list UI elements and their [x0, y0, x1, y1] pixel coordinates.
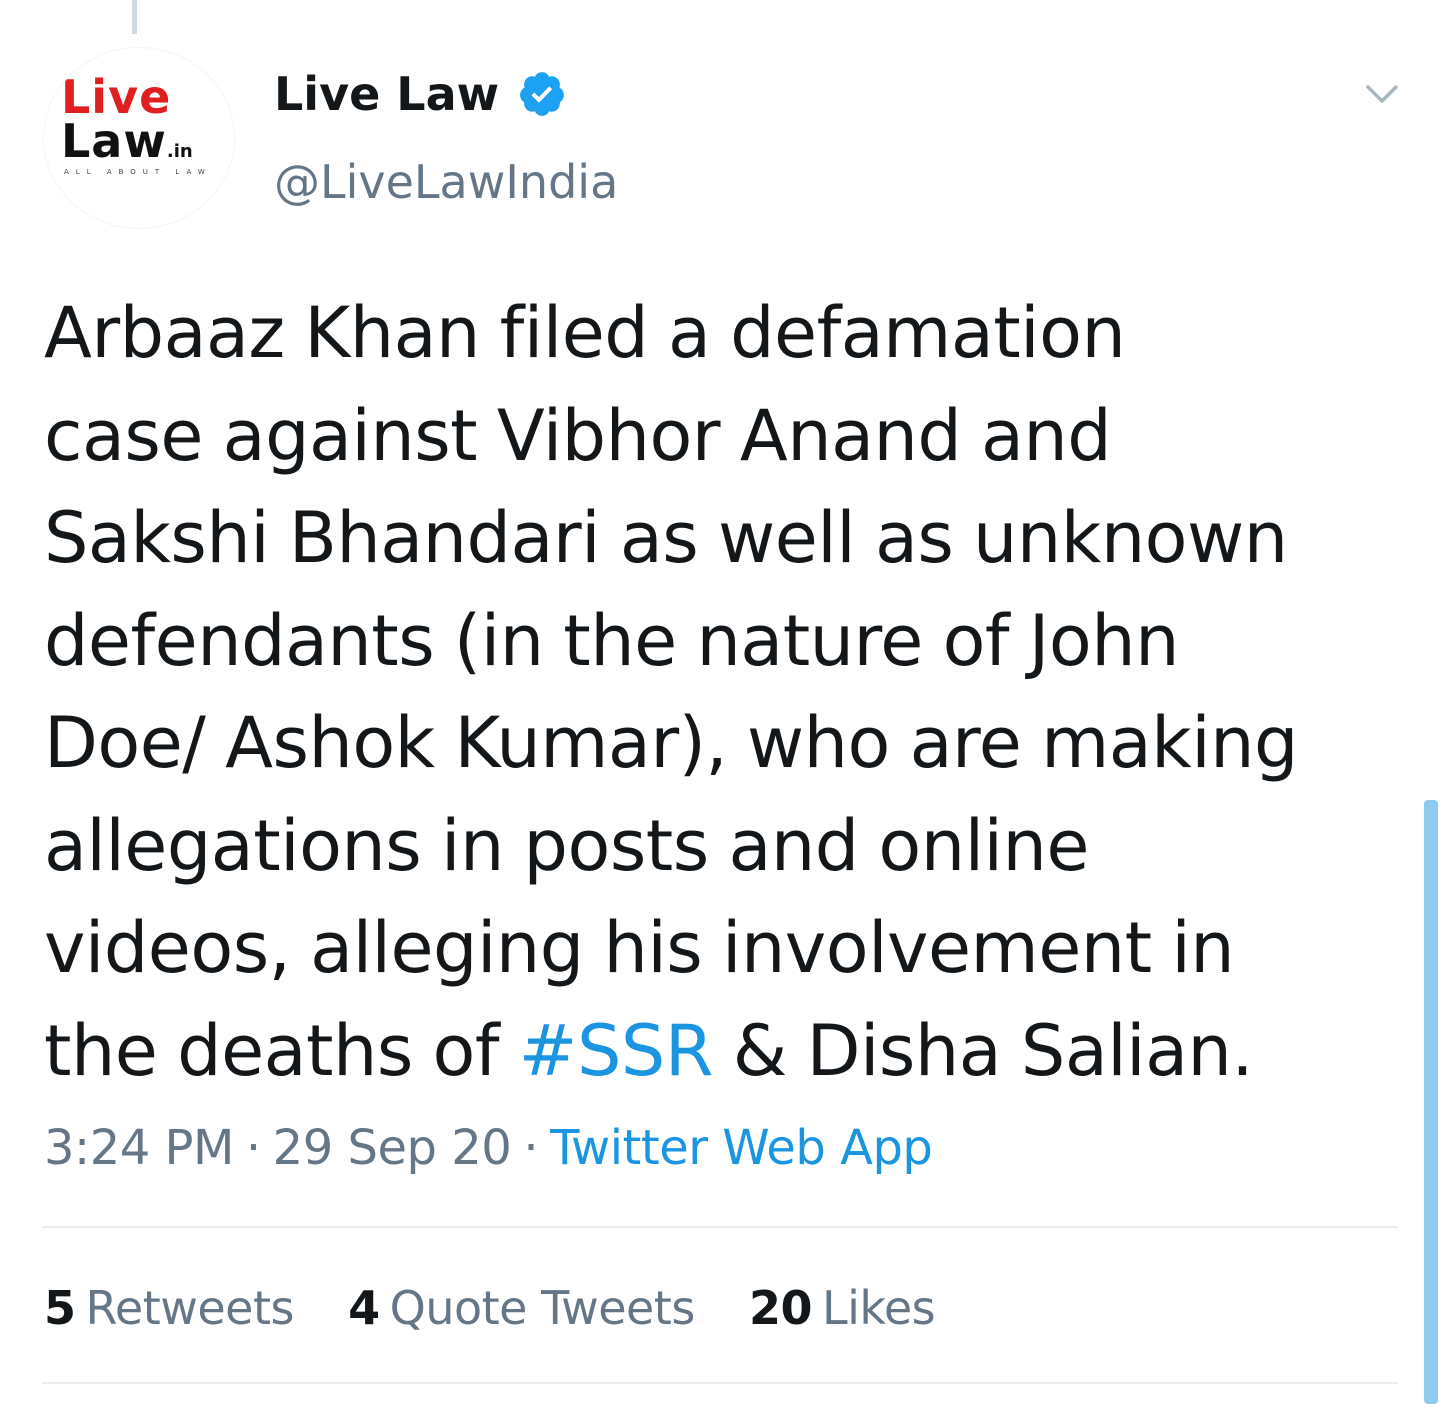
tweet-text-line: allegations in posts and online: [44, 804, 1089, 887]
likes-label: Likes: [821, 1281, 936, 1335]
logo-law-text: Law.in: [61, 118, 193, 175]
tweet-text-line: Sakshi Bhandari as well as unknown: [44, 497, 1288, 579]
divider: [42, 1382, 1398, 1384]
quote-tweets-stat[interactable]: 4 Quote Tweets: [348, 1276, 695, 1340]
scrollbar[interactable]: [1424, 800, 1438, 1404]
tweet-text-segment: the deaths of: [44, 1009, 500, 1092]
tweet-source-link[interactable]: Twitter Web App: [550, 1120, 933, 1176]
logo-tagline: ALL ABOUT LAW: [64, 168, 212, 176]
tweet-text: Arbaaz Khan filed a defamation case agai…: [44, 282, 1404, 1102]
likes-count: 20: [748, 1281, 813, 1335]
quote-tweets-label: Quote Tweets: [389, 1281, 696, 1335]
meta-separator: ·: [523, 1120, 539, 1176]
quote-tweets-count: 4: [348, 1281, 380, 1335]
tweet-text-line: videos, alleging his involvement in: [44, 907, 1235, 989]
retweets-stat[interactable]: 5 Retweets: [44, 1276, 294, 1340]
tweet-time[interactable]: 3:24 PM: [44, 1120, 234, 1176]
tweet-date[interactable]: 29 Sep 20: [273, 1120, 512, 1176]
author-display-name[interactable]: Live Law: [274, 62, 499, 126]
thread-connector-line: [132, 0, 137, 34]
tweet-text-line: case against Vibhor Anand and: [44, 394, 1112, 477]
logo-law-word: Law: [61, 114, 167, 168]
tweet-text-line: defendants (in the nature of John: [44, 599, 1180, 682]
retweets-count: 5: [44, 1281, 76, 1335]
tweet-text-line: Arbaaz Khan filed a defamation: [44, 292, 1126, 374]
tweet-text-segment: & Disha Salian.: [732, 1009, 1254, 1092]
divider: [42, 1226, 1398, 1228]
tweet-stats: 5 Retweets 4 Quote Tweets 20 Likes: [44, 1276, 975, 1340]
logo-in-suffix: .in: [166, 141, 193, 162]
tweet-text-last-line: the deaths of #SSR & Disha Salian.: [44, 1000, 1404, 1103]
chevron-down-icon[interactable]: [1358, 70, 1406, 118]
tweet-text-line: Doe/ Ashok Kumar), who are making: [44, 702, 1298, 784]
avatar[interactable]: Live Law.in ALL ABOUT LAW: [44, 48, 234, 228]
hashtag-link[interactable]: #SSR: [519, 1010, 714, 1092]
verified-badge-icon: [520, 72, 565, 116]
author-name-row[interactable]: Live Law: [274, 62, 567, 126]
tweet-meta: 3:24 PM · 29 Sep 20 · Twitter Web App: [44, 1116, 933, 1180]
author-handle[interactable]: @LiveLawIndia: [274, 150, 618, 214]
meta-separator: ·: [245, 1120, 261, 1176]
likes-stat[interactable]: 20 Likes: [748, 1276, 936, 1340]
retweets-label: Retweets: [85, 1281, 295, 1335]
